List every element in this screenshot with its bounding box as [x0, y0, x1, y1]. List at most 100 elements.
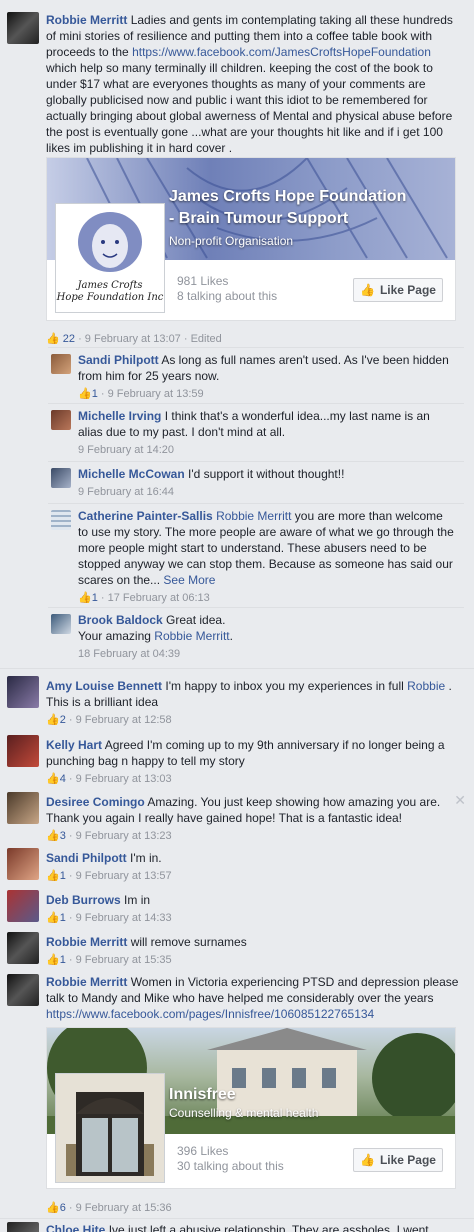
avatar[interactable]: [51, 614, 71, 634]
reply-author[interactable]: Catherine Painter-Sallis: [78, 509, 213, 523]
comment-author[interactable]: Chloe Hite: [46, 1223, 105, 1232]
like-thumb-icon: 👍: [46, 912, 60, 924]
avatar[interactable]: [7, 792, 39, 824]
reply-author[interactable]: Brook Baldock: [78, 613, 163, 627]
comment-time[interactable]: 9 February at 13:23: [76, 830, 172, 842]
card-likes: 396 Likes: [177, 1144, 229, 1158]
comment-link[interactable]: https://www.facebook.com/JamesCroftsHope…: [132, 45, 431, 59]
like-count[interactable]: 3: [60, 830, 66, 842]
close-icon[interactable]: ✕: [454, 792, 466, 809]
like-count[interactable]: 2: [60, 714, 66, 726]
reply-author[interactable]: Michelle Irving: [78, 409, 161, 423]
like-page-label: Like Page: [379, 1153, 436, 1167]
page-card-innisfree[interactable]: Innisfree Counselling & mental health 39…: [46, 1027, 456, 1189]
comment-time[interactable]: 9 February at 13:03: [76, 773, 172, 785]
reply-time[interactable]: 17 February at 06:13: [108, 592, 210, 604]
see-more-link[interactable]: See More: [163, 573, 215, 587]
comment-author[interactable]: Kelly Hart: [46, 738, 102, 752]
page-logo[interactable]: James Crofts Hope Foundation Inc: [55, 203, 165, 313]
card-title[interactable]: Innisfree: [169, 1084, 236, 1106]
reply-author[interactable]: Sandi Philpott: [78, 353, 159, 367]
comment-author[interactable]: Robbie Merritt: [46, 935, 127, 949]
reply: Brook Baldock Great idea. Your amazing R…: [48, 607, 464, 665]
comment-time[interactable]: 9 February at 15:35: [76, 954, 172, 966]
mention-link[interactable]: Robbie Merritt: [216, 509, 291, 523]
avatar[interactable]: [7, 1222, 39, 1232]
like-count[interactable]: 1: [60, 912, 66, 924]
door-icon: [56, 1074, 164, 1182]
comment-author[interactable]: Deb Burrows: [46, 893, 121, 907]
comment: Amy Louise Bennett I'm happy to inbox yo…: [0, 672, 474, 728]
comment-time[interactable]: 9 February at 13:57: [76, 870, 172, 882]
reply: Michelle Irving I think that's a wonderf…: [48, 403, 464, 461]
like-count[interactable]: 1: [60, 870, 66, 882]
comment-link[interactable]: https://www.facebook.com/pages/Innisfree…: [46, 1007, 374, 1021]
comment-author[interactable]: Amy Louise Bennett: [46, 679, 162, 693]
card-title-line1: James Crofts Hope Foundation: [169, 188, 407, 205]
comment-time[interactable]: 9 February at 14:33: [76, 912, 172, 924]
reply-time[interactable]: 18 February at 04:39: [78, 648, 180, 660]
comment: Robbie Merritt will remove surnames 👍1 ·…: [0, 930, 474, 970]
like-page-label: Like Page: [379, 283, 436, 297]
comment: Desiree Comingo Amazing. You just keep s…: [0, 788, 474, 844]
like-thumb-icon: 👍: [46, 1202, 60, 1214]
like-count[interactable]: 4: [60, 773, 66, 785]
like-count[interactable]: 6: [60, 1202, 66, 1214]
like-count[interactable]: 1: [92, 592, 98, 604]
avatar[interactable]: [7, 890, 39, 922]
like-page-button[interactable]: 👍 Like Page: [353, 278, 443, 302]
like-thumb-icon: 👍: [46, 830, 60, 842]
like-thumb-icon: 👍: [46, 333, 60, 345]
comment-time[interactable]: 9 February at 15:36: [76, 1202, 172, 1214]
card-title-line2: - Brain Tumour Support: [169, 210, 349, 227]
like-count[interactable]: 22: [63, 333, 75, 345]
reply-time[interactable]: 9 February at 14:20: [78, 444, 174, 456]
comment-text-cont: which help so many terminally ill childr…: [46, 61, 453, 155]
avatar[interactable]: [7, 848, 39, 880]
comment-text: will remove surnames: [130, 935, 247, 949]
avatar[interactable]: [7, 12, 39, 44]
avatar[interactable]: [51, 410, 71, 430]
avatar[interactable]: [51, 354, 71, 374]
comment-author[interactable]: Sandi Philpott: [46, 851, 127, 865]
card-category: Counselling & mental health: [169, 1106, 319, 1120]
avatar[interactable]: [7, 735, 39, 767]
like-thumb-icon: 👍: [46, 954, 60, 966]
mention-link[interactable]: Robbie Merritt: [154, 629, 229, 643]
reply-author[interactable]: Michelle McCowan: [78, 467, 185, 481]
like-count[interactable]: 1: [92, 388, 98, 400]
card-talking: 30 talking about this: [177, 1159, 284, 1173]
like-page-button[interactable]: 👍 Like Page: [353, 1148, 443, 1172]
reply-time[interactable]: 9 February at 16:44: [78, 486, 174, 498]
like-thumb-icon: 👍: [360, 283, 375, 297]
card-category: Non-profit Organisation: [169, 234, 294, 248]
avatar[interactable]: [51, 468, 71, 488]
avatar[interactable]: [51, 510, 71, 530]
comment-author[interactable]: Robbie Merritt: [46, 13, 127, 27]
comment-time[interactable]: 9 February at 13:07: [85, 333, 181, 345]
reply-text: I'd support it without thought!!: [188, 467, 345, 481]
comment-time[interactable]: 9 February at 12:58: [76, 714, 172, 726]
comment-author[interactable]: Robbie Merritt: [46, 975, 127, 989]
edited-label[interactable]: Edited: [191, 333, 222, 345]
avatar[interactable]: [7, 676, 39, 708]
reply-time[interactable]: 9 February at 13:59: [108, 388, 204, 400]
comment-text: I'm happy to inbox you my experiences in…: [165, 679, 404, 693]
like-thumb-icon: 👍: [46, 714, 60, 726]
avatar[interactable]: [7, 974, 39, 1006]
logo-sketch-icon: [78, 212, 142, 272]
comment-author[interactable]: Desiree Comingo: [46, 795, 145, 809]
comment-meta: 👍6 · 9 February at 15:36: [46, 1202, 172, 1214]
page-logo[interactable]: [55, 1073, 165, 1183]
logo-text-1: James Crofts: [77, 280, 143, 291]
like-thumb-icon: 👍: [360, 1153, 375, 1167]
logo-text-2: Hope Foundation Inc: [56, 292, 164, 303]
like-count[interactable]: 1: [60, 954, 66, 966]
page-card-james-crofts[interactable]: James Crofts Hope Foundation - Brain Tum…: [46, 157, 456, 321]
card-title[interactable]: James Crofts Hope Foundation - Brain Tum…: [169, 186, 406, 230]
mention-link[interactable]: Robbie: [407, 679, 445, 693]
avatar[interactable]: [7, 932, 39, 964]
comment-text-2: This is a brilliant idea: [46, 695, 159, 709]
comment-text: Agreed I'm coming up to my 9th anniversa…: [46, 738, 445, 768]
reply-text-2: Your amazing: [78, 629, 151, 643]
